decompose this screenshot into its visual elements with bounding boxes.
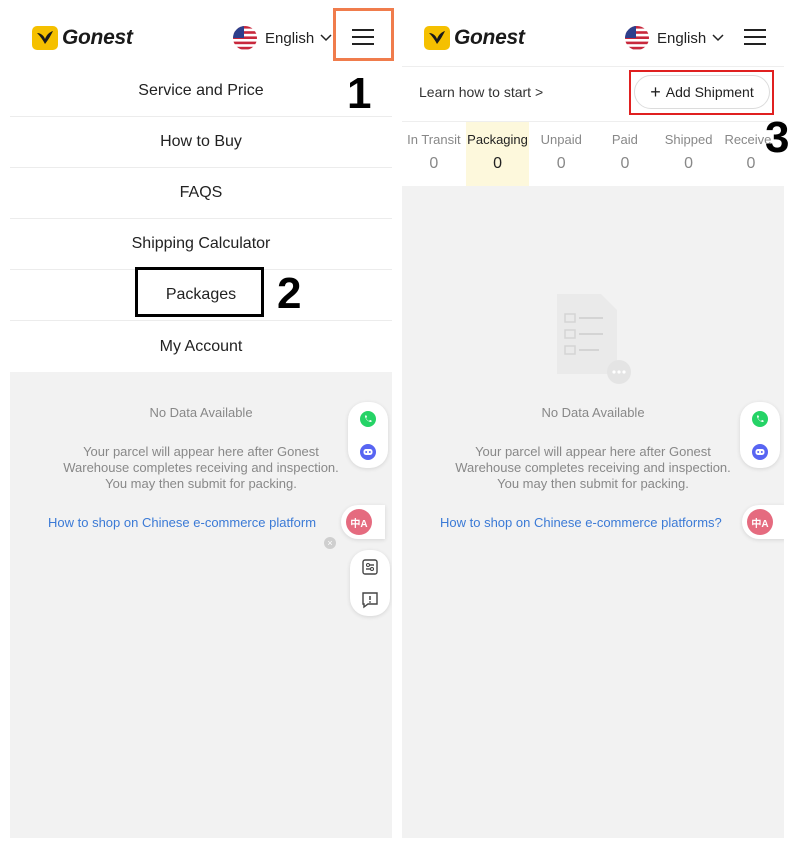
empty-state-title: No Data Available [149,405,253,420]
whatsapp-icon[interactable] [750,409,770,429]
step2-highlight-box [135,267,264,317]
tab-count: 0 [493,155,502,172]
tab-shipped[interactable]: Shipped 0 [657,122,721,186]
contact-float-stack [348,402,388,468]
tab-count: 0 [620,155,630,172]
feedback-icon[interactable] [360,590,380,610]
tab-unpaid[interactable]: Unpaid 0 [529,122,593,186]
menu-item-how-to-buy[interactable]: How to Buy [10,117,392,168]
tab-packaging[interactable]: Packaging 0 [465,122,530,186]
translate-button[interactable]: 中A [341,505,385,539]
gonest-logo[interactable]: Gonest [424,25,525,51]
tab-label: Shipped [664,132,713,147]
empty-state-description: Your parcel will appear here after Gones… [10,444,392,492]
left-screenshot-panel: Gonest English Service and Price How to … [10,0,392,838]
status-tabs: In Transit 0 Packaging 0 Unpaid 0 Paid 0… [402,122,784,186]
top-header: Gonest English [402,0,784,66]
whatsapp-icon[interactable] [358,409,378,429]
learn-how-to-start-link[interactable]: Learn how to start > [419,84,543,100]
tab-count: 0 [556,155,566,172]
tab-label: Unpaid [540,132,582,147]
empty-desc-line: Your parcel will appear here after Gones… [475,444,711,459]
empty-state-description: Your parcel will appear here after Gones… [402,444,784,492]
translate-button[interactable]: 中A [742,505,784,539]
language-label: English [657,29,707,47]
tab-count: 0 [429,155,439,172]
translate-icon: 中A [346,509,372,535]
shop-guide-link[interactable]: How to shop on Chinese e-commerce platfo… [440,515,722,530]
close-icon[interactable]: × [324,537,336,549]
menu-item-service-price[interactable]: Service and Price [10,66,392,117]
language-selector[interactable]: English [625,25,724,51]
tab-label: Paid [611,132,638,147]
empty-document-icon [557,294,631,384]
tab-count: 0 [684,155,694,172]
translate-icon: 中A [747,509,773,535]
tab-count: 0 [746,155,756,172]
empty-desc-line: Warehouse completes receiving and inspec… [455,460,731,475]
us-flag-icon [233,26,257,50]
discord-icon[interactable] [358,442,378,462]
menu-item-faqs[interactable]: FAQS [10,168,392,219]
step3-number: 3 [765,113,790,162]
discord-icon[interactable] [750,442,770,462]
empty-desc-line: You may then submit for packing. [497,476,689,491]
empty-desc-line: Warehouse completes receiving and inspec… [63,460,339,475]
chevron-down-icon [712,34,724,42]
gonest-logo[interactable]: Gonest [32,25,133,51]
step1-highlight-box [333,8,394,61]
language-selector[interactable]: English [233,25,332,51]
tab-in-transit[interactable]: In Transit 0 [402,122,466,186]
shop-guide-link[interactable]: How to shop on Chinese e-commerce platfo… [48,515,348,530]
menu-item-my-account[interactable]: My Account [10,321,392,372]
header-divider [402,66,784,67]
menu-item-shipping-calculator[interactable]: Shipping Calculator [10,219,392,270]
empty-desc-line: You may then submit for packing. [105,476,297,491]
tools-float-stack [350,550,390,616]
empty-desc-line: Your parcel will appear here after Gones… [83,444,319,459]
logo-text: Gonest [454,26,525,49]
right-screenshot-panel: Gonest English Learn how to start > + Ad… [402,0,784,838]
tab-paid[interactable]: Paid 0 [593,122,657,186]
logo-text: Gonest [62,26,133,49]
content-background [10,372,392,838]
step1-number: 1 [347,69,372,118]
empty-state-title: No Data Available [541,405,645,420]
tab-label: In Transit [407,132,461,147]
hamburger-menu-icon[interactable] [744,26,766,48]
language-label: English [265,29,315,47]
chevron-down-icon [320,34,332,42]
tab-label: Packaging [467,132,528,147]
step2-number: 2 [277,269,302,318]
us-flag-icon [625,26,649,50]
step3-highlight-box [629,70,774,115]
content-background [402,186,784,838]
gonest-logo-icon [424,26,450,50]
contact-float-stack [740,402,780,468]
settings-icon[interactable] [360,557,380,577]
nav-menu: Service and Price How to Buy FAQS Shippi… [10,66,392,372]
gonest-logo-icon [32,26,58,50]
